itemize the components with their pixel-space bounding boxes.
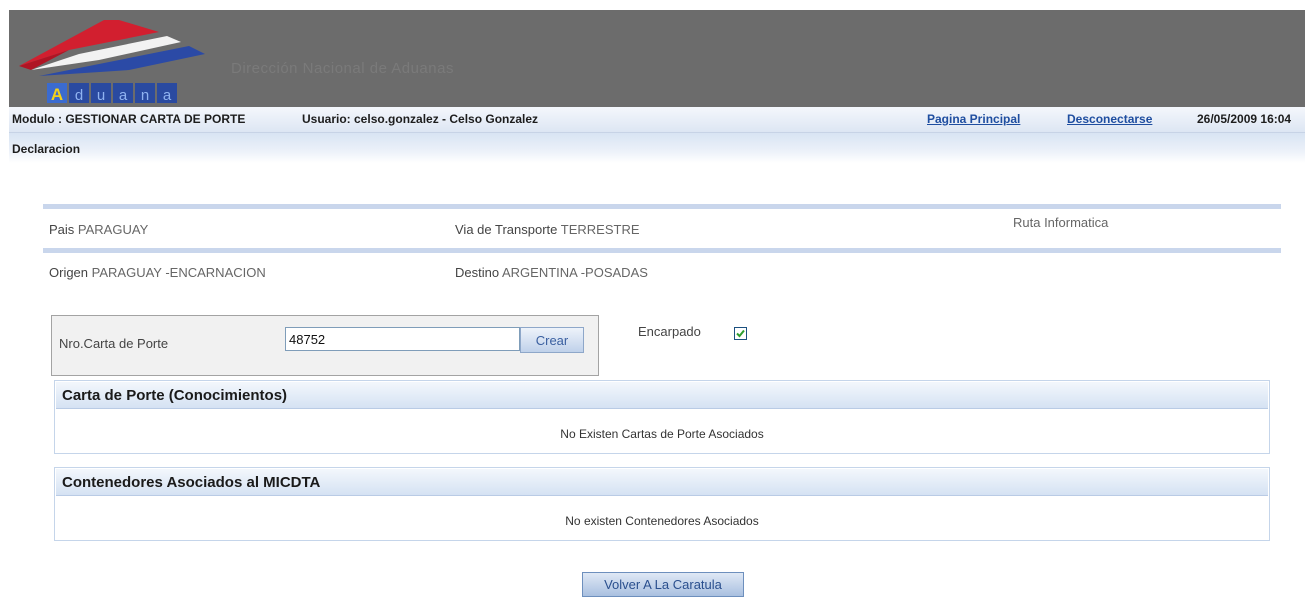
info-separator-top	[43, 204, 1281, 209]
pais-value: PARAGUAY	[77, 222, 149, 237]
banner-faded-title: Dirección Nacional de Aduanas	[231, 60, 454, 77]
menu-item-declaracion[interactable]: Declaracion	[12, 142, 80, 156]
desconectarse-link[interactable]: Desconectarse	[1067, 112, 1152, 126]
header-banner: A d u a n a Dirección Nacional de Aduana…	[9, 10, 1305, 107]
module-name: Modulo : GESTIONAR CARTA DE PORTE	[12, 112, 246, 126]
checkmark-icon	[736, 329, 745, 338]
user-info: Usuario: celso.gonzalez - Celso Gonzalez	[302, 112, 539, 126]
destino-value: ARGENTINA -POSADAS	[501, 265, 648, 280]
pagina-principal-link[interactable]: Pagina Principal	[927, 112, 1020, 126]
carta-porte-empty-message: No Existen Cartas de Porte Asociados	[560, 427, 764, 441]
module-bar: Modulo : GESTIONAR CARTA DE PORTE Usuari…	[9, 107, 1305, 133]
pais-label: Pais	[49, 222, 75, 237]
carta-porte-section: Carta de Porte (Conocimientos) No Existe…	[54, 380, 1270, 454]
pais-field: Pais PARAGUAY	[49, 222, 148, 237]
svg-text:n: n	[141, 87, 149, 104]
via-transporte-label: Via de Transporte	[455, 222, 558, 237]
svg-text:u: u	[97, 87, 105, 104]
volver-caratula-button[interactable]: Volver A La Caratula	[582, 572, 744, 597]
aduana-logo: A d u a n a	[19, 20, 205, 104]
svg-text:a: a	[163, 87, 172, 104]
nro-carta-porte-input[interactable]	[285, 327, 520, 351]
svg-text:A: A	[51, 85, 63, 104]
datetime: 26/05/2009 16:04	[1197, 112, 1292, 126]
carta-porte-create-panel: Nro.Carta de Porte Crear	[51, 315, 599, 376]
svg-text:d: d	[75, 87, 83, 104]
menu-bar: Declaracion	[9, 133, 1305, 163]
contenedores-section-header: Contenedores Asociados al MICDTA	[56, 469, 1268, 496]
contenedores-empty-message: No existen Contenedores Asociados	[565, 514, 759, 528]
destino-field: Destino ARGENTINA -POSADAS	[455, 265, 648, 280]
via-transporte-value: TERRESTRE	[560, 222, 640, 237]
info-separator-middle	[43, 248, 1281, 253]
nro-carta-porte-label: Nro.Carta de Porte	[59, 336, 169, 351]
ruta-informatica: Ruta Informatica	[1013, 215, 1109, 230]
origen-value: PARAGUAY -ENCARNACION	[91, 265, 266, 280]
carta-porte-section-header: Carta de Porte (Conocimientos)	[56, 382, 1268, 409]
encarpado-label: Encarpado	[638, 324, 701, 339]
via-transporte-field: Via de Transporte TERRESTRE	[455, 222, 640, 237]
encarpado-checkbox[interactable]	[734, 327, 747, 340]
origen-field: Origen PARAGUAY -ENCARNACION	[49, 265, 266, 280]
crear-button[interactable]: Crear	[520, 327, 584, 353]
destino-label: Destino	[455, 265, 500, 280]
svg-text:a: a	[119, 87, 128, 104]
contenedores-section: Contenedores Asociados al MICDTA No exis…	[54, 467, 1270, 541]
carta-porte-section-title: Carta de Porte (Conocimientos)	[62, 387, 288, 404]
origen-label: Origen	[49, 265, 89, 280]
contenedores-section-title: Contenedores Asociados al MICDTA	[62, 474, 321, 491]
